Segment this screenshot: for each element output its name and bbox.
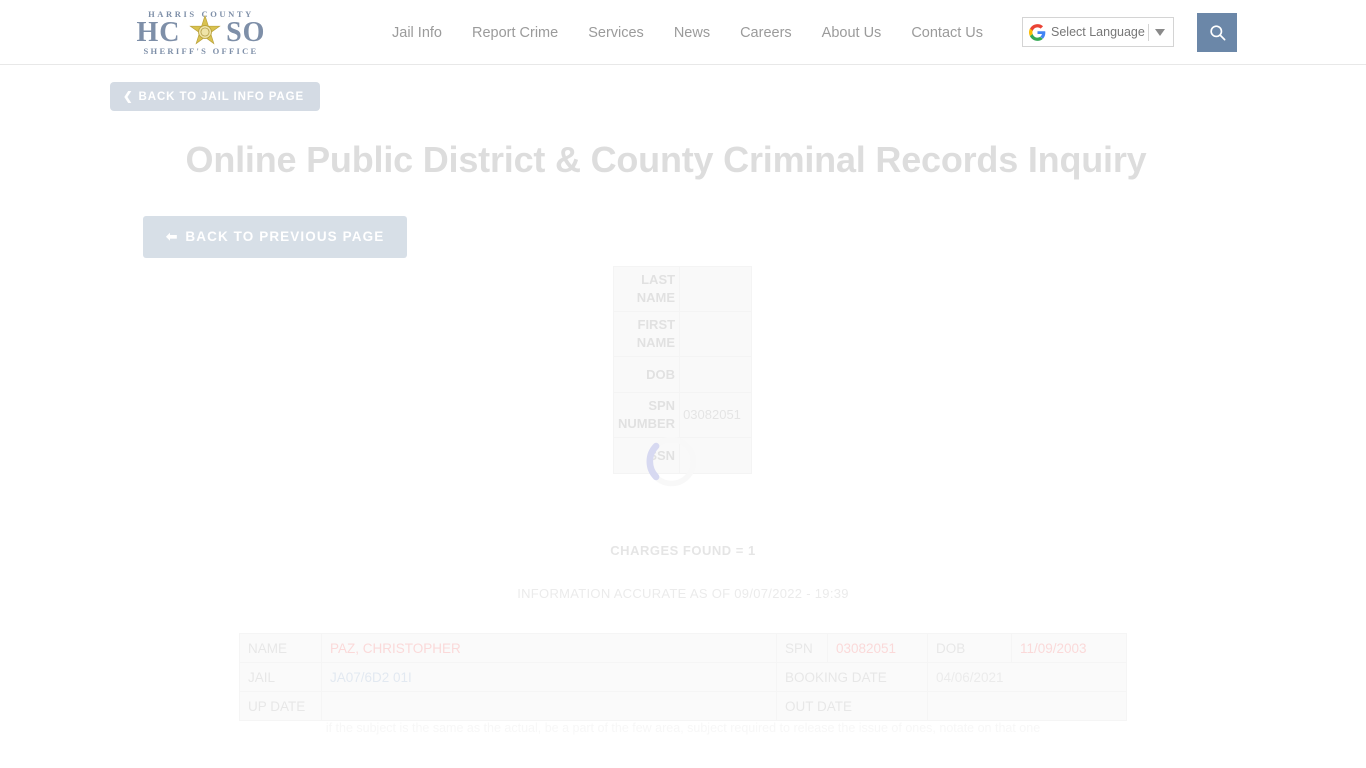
label-first-name: FIRST NAME bbox=[612, 311, 681, 357]
label-dob: DOB bbox=[612, 356, 681, 393]
cell-dob-value: 11/09/2003 bbox=[1011, 633, 1127, 663]
cell-spn-value: 03082051 bbox=[827, 633, 928, 663]
nav-item-careers[interactable]: Careers bbox=[740, 25, 792, 41]
back-to-previous-page-button[interactable]: ⬅ BACK TO PREVIOUS PAGE bbox=[143, 216, 408, 258]
chevron-left-icon: ❮ bbox=[123, 91, 134, 103]
form-row-first-name: FIRST NAME bbox=[612, 311, 752, 357]
inmate-result-table: NAME PAZ, CHRISTOPHER SPN 03082051 DOB 1… bbox=[239, 633, 1127, 721]
input-first-name[interactable] bbox=[679, 311, 752, 357]
hcso-logo[interactable]: HARRIS COUNTY HCOOSO SHERIFF'S OFFICE bbox=[126, 9, 276, 56]
charges-found-text: CHARGES FOUND = 1 bbox=[610, 543, 756, 558]
form-row-spn-number: SPN NUMBER 03082051 bbox=[612, 392, 752, 438]
cell-out-date-label: OUT DATE bbox=[776, 691, 928, 721]
back-to-previous-page-label: BACK TO PREVIOUS PAGE bbox=[185, 229, 385, 244]
nav-item-contact-us[interactable]: Contact Us bbox=[911, 25, 983, 41]
cell-name-label: NAME bbox=[239, 633, 322, 663]
nav-item-about-us[interactable]: About Us bbox=[822, 25, 882, 41]
search-icon bbox=[1209, 25, 1225, 41]
cell-name-value: PAZ, CHRISTOPHER bbox=[321, 633, 777, 663]
logo-so-text: SO bbox=[226, 17, 266, 48]
sheriff-star-icon bbox=[189, 15, 221, 45]
logo-bottom-text: SHERIFF'S OFFICE bbox=[143, 46, 259, 56]
table-row: NAME PAZ, CHRISTOPHER SPN 03082051 DOB 1… bbox=[239, 633, 1127, 663]
search-criteria-form: LAST NAME FIRST NAME DOB SPN NUMBER 0308… bbox=[612, 266, 752, 474]
table-row: JAIL JA07/6D2 01I BOOKING DATE 04/06/202… bbox=[239, 662, 1127, 692]
form-row-dob: DOB bbox=[612, 356, 752, 393]
input-ssn[interactable] bbox=[679, 437, 752, 474]
nav-item-report-crime[interactable]: Report Crime bbox=[472, 25, 558, 41]
arrow-left-icon: ⬅ bbox=[166, 229, 179, 244]
label-last-name: LAST NAME bbox=[612, 266, 681, 312]
input-dob[interactable] bbox=[679, 356, 752, 393]
nav-item-news[interactable]: News bbox=[674, 25, 710, 41]
information-accurate-text: INFORMATION ACCURATE AS OF 09/07/2022 - … bbox=[517, 586, 849, 601]
language-selector[interactable]: Select Language bbox=[1022, 17, 1174, 47]
page-title: Online Public District & County Criminal… bbox=[185, 139, 1147, 181]
footnote-text: if the subject is the same as the actual… bbox=[325, 721, 1041, 735]
google-g-icon bbox=[1029, 23, 1046, 41]
cell-up-date-label: UP DATE bbox=[239, 691, 322, 721]
input-last-name[interactable] bbox=[679, 266, 752, 312]
back-to-jail-info-button[interactable]: ❮ BACK TO JAIL INFO PAGE bbox=[110, 82, 321, 111]
cell-up-date-value bbox=[321, 691, 777, 721]
cell-jail-value: JA07/6D2 01I bbox=[321, 662, 777, 692]
cell-booking-date-label: BOOKING DATE bbox=[776, 662, 928, 692]
site-header: HARRIS COUNTY HCOOSO SHERIFF'S OFFICE Ja… bbox=[0, 0, 1366, 65]
form-row-ssn: SSN bbox=[612, 437, 752, 474]
language-selector-label: Select Language bbox=[1051, 25, 1145, 39]
table-row: UP DATE OUT DATE bbox=[239, 691, 1127, 721]
cell-spn-label: SPN bbox=[776, 633, 828, 663]
logo-hc-text: HC bbox=[136, 17, 181, 48]
chevron-down-icon[interactable] bbox=[1155, 28, 1165, 36]
cell-booking-date-value: 04/06/2021 bbox=[927, 662, 1127, 692]
cell-out-date-value bbox=[927, 691, 1127, 721]
cell-jail-label: JAIL bbox=[239, 662, 322, 692]
input-spn-number[interactable]: 03082051 bbox=[679, 392, 752, 438]
cell-dob-label: DOB bbox=[927, 633, 1012, 663]
main-navigation: Jail Info Report Crime Services News Car… bbox=[392, 0, 983, 65]
back-to-jail-info-label: BACK TO JAIL INFO PAGE bbox=[138, 91, 305, 103]
language-divider bbox=[1148, 23, 1149, 41]
label-ssn: SSN bbox=[612, 437, 681, 474]
search-button[interactable] bbox=[1197, 13, 1237, 52]
nav-item-services[interactable]: Services bbox=[588, 25, 644, 41]
form-row-last-name: LAST NAME bbox=[612, 266, 752, 312]
nav-item-jail-info[interactable]: Jail Info bbox=[392, 25, 442, 41]
label-spn-number: SPN NUMBER bbox=[612, 392, 681, 438]
